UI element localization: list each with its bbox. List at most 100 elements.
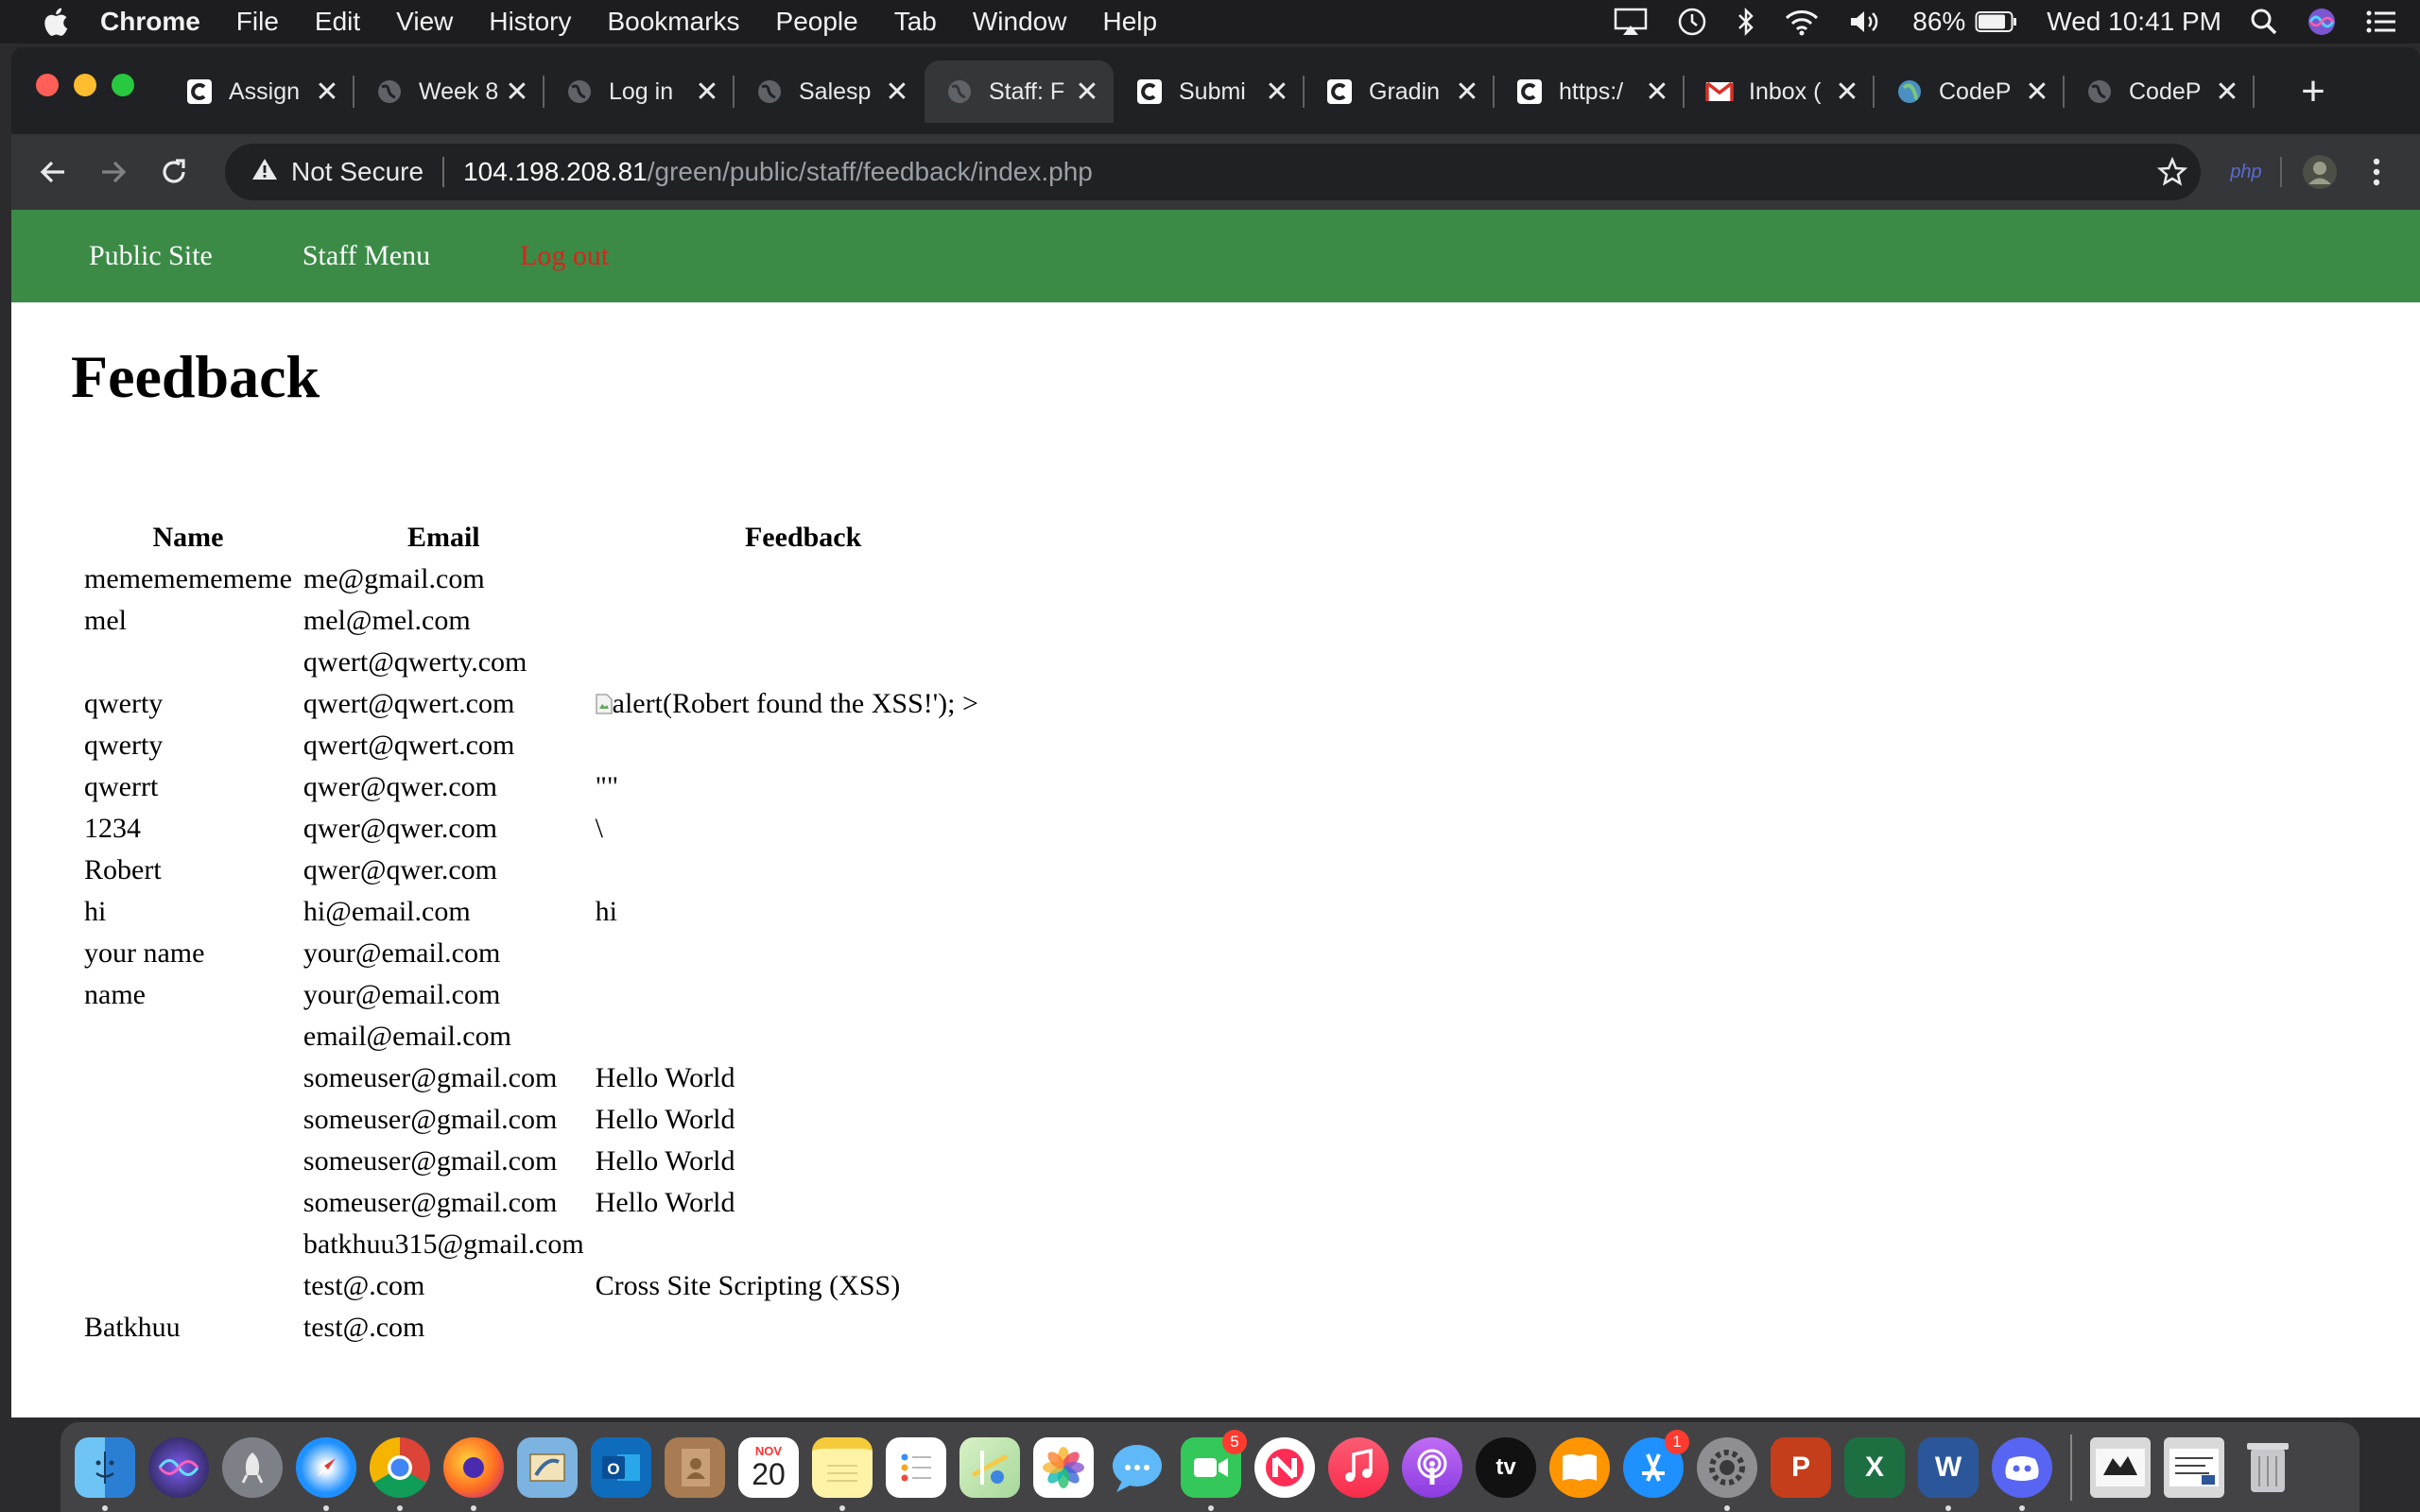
reminders-icon[interactable] (886, 1436, 946, 1498)
cell-name: Robert (84, 854, 162, 885)
close-tab-icon[interactable]: ✕ (504, 76, 530, 109)
close-tab-icon[interactable]: ✕ (2024, 76, 2050, 109)
maps-icon[interactable] (959, 1436, 1020, 1498)
warning-icon[interactable] (251, 157, 278, 188)
logout-link[interactable]: Log out (520, 240, 609, 272)
close-tab-icon[interactable]: ✕ (1644, 76, 1670, 109)
news-icon[interactable] (1254, 1436, 1315, 1498)
apple-menu-icon[interactable] (36, 6, 74, 38)
back-button[interactable] (32, 151, 74, 193)
calendar-day: 20 (752, 1456, 786, 1491)
bookmark-star-icon[interactable] (2144, 155, 2201, 189)
menu-window[interactable]: Window (973, 7, 1067, 37)
menu-tab[interactable]: Tab (894, 7, 937, 37)
menu-file[interactable]: File (236, 7, 279, 37)
menubar-clock[interactable]: Wed 10:41 PM (2047, 7, 2221, 37)
wifi-icon[interactable] (1784, 8, 1820, 36)
tab-assign[interactable]: Assign ✕ (164, 60, 354, 123)
tab-grading[interactable]: Gradin ✕ (1305, 60, 1495, 123)
minimize-window-button[interactable] (74, 74, 96, 96)
cell-name: Batkhuu (84, 1312, 181, 1343)
powerpoint-icon[interactable]: P (1771, 1436, 1831, 1498)
close-tab-icon[interactable]: ✕ (694, 76, 720, 109)
cell-feedback (590, 600, 1017, 642)
cell-feedback (590, 558, 1017, 600)
battery-percent[interactable]: 86% (1912, 7, 1965, 37)
tab-week-8[interactable]: Week 8 ✕ (354, 60, 544, 123)
books-icon[interactable] (1549, 1436, 1610, 1498)
facetime-icon[interactable]: 5 (1181, 1429, 1247, 1511)
finder-icon[interactable] (75, 1436, 135, 1511)
forward-button[interactable] (93, 151, 134, 193)
tab-codepen-1[interactable]: CodeP ✕ (1875, 60, 2065, 123)
address-bar[interactable]: Not Secure 104.198.208.81/green/public/s… (225, 144, 2201, 200)
excel-icon[interactable]: X (1844, 1436, 1905, 1498)
close-tab-icon[interactable]: ✕ (884, 76, 910, 109)
menu-people[interactable]: People (776, 7, 858, 37)
word-icon[interactable]: W (1918, 1436, 1979, 1511)
calendar-icon[interactable]: NOV 20 (738, 1436, 799, 1498)
reload-button[interactable] (153, 151, 195, 193)
time-machine-icon[interactable] (1676, 6, 1708, 38)
siri-app-icon[interactable] (148, 1436, 209, 1498)
messages-icon[interactable] (1107, 1437, 1167, 1498)
tab-staff-feedback[interactable]: Staff: F ✕ (925, 60, 1114, 123)
public-site-link[interactable]: Public Site (89, 240, 213, 272)
tab-salesp[interactable]: Salesp ✕ (735, 60, 924, 123)
photos-icon[interactable] (1033, 1436, 1094, 1498)
trash-icon[interactable] (2238, 1437, 2298, 1498)
menu-view[interactable]: View (396, 7, 453, 37)
airplay-icon[interactable] (1614, 8, 1648, 36)
close-tab-icon[interactable]: ✕ (1834, 76, 1860, 109)
new-tab-button[interactable]: + (2290, 68, 2337, 115)
close-tab-icon[interactable]: ✕ (2214, 76, 2240, 109)
notes-icon[interactable] (812, 1436, 873, 1511)
system-preferences-icon[interactable] (1697, 1436, 1757, 1511)
close-window-button[interactable] (36, 74, 59, 96)
php-extension-icon[interactable]: php (2218, 151, 2274, 193)
music-icon[interactable] (1328, 1436, 1389, 1498)
app-store-icon[interactable]: 1 (1623, 1429, 1689, 1498)
staff-menu-link[interactable]: Staff Menu (302, 240, 430, 272)
chrome-menu-icon[interactable] (2356, 151, 2397, 193)
screenshot-thumbnail-2[interactable] (2164, 1436, 2224, 1498)
bluetooth-icon[interactable] (1737, 7, 1755, 37)
menu-help[interactable]: Help (1102, 7, 1157, 37)
launchpad-icon[interactable] (222, 1436, 283, 1498)
safari-icon[interactable] (296, 1436, 356, 1511)
column-header-email: Email (406, 522, 480, 553)
screenshot-thumbnail-1[interactable] (2090, 1436, 2151, 1498)
tab-submit[interactable]: Submi ✕ (1115, 60, 1305, 123)
tab-https[interactable]: https:/ ✕ (1495, 60, 1685, 123)
battery-icon[interactable] (1975, 10, 2018, 33)
close-tab-icon[interactable]: ✕ (1264, 76, 1290, 109)
menu-history[interactable]: History (489, 7, 571, 37)
close-tab-icon[interactable]: ✕ (314, 76, 340, 109)
menu-edit[interactable]: Edit (315, 7, 360, 37)
menu-app-name[interactable]: Chrome (100, 7, 200, 37)
profile-avatar[interactable] (2299, 151, 2341, 193)
mail-icon[interactable] (517, 1436, 578, 1498)
notification-center-icon[interactable] (2365, 9, 2397, 35)
spotlight-search-icon[interactable] (2250, 8, 2278, 36)
menu-bookmarks[interactable]: Bookmarks (607, 7, 739, 37)
tab-title: CodeP (2129, 77, 2202, 105)
close-tab-icon[interactable]: ✕ (1074, 76, 1100, 109)
discord-icon[interactable] (1992, 1436, 2052, 1511)
tab-codepen-2[interactable]: CodeP ✕ (2065, 60, 2255, 123)
chrome-app-icon[interactable] (370, 1436, 430, 1511)
podcasts-icon[interactable] (1402, 1436, 1462, 1498)
zoom-window-button[interactable] (112, 74, 134, 96)
volume-icon[interactable] (1848, 8, 1884, 36)
outlook-icon[interactable]: O (591, 1436, 651, 1498)
globe-icon (565, 77, 594, 106)
tab-inbox[interactable]: Inbox ( ✕ (1685, 60, 1875, 123)
security-status[interactable]: Not Secure (291, 157, 424, 187)
tab-log-in[interactable]: Log in ✕ (544, 60, 735, 123)
cell-email: hi@email.com (302, 896, 471, 927)
close-tab-icon[interactable]: ✕ (1454, 76, 1480, 109)
firefox-icon[interactable] (443, 1436, 504, 1511)
contacts-icon[interactable] (665, 1436, 725, 1498)
siri-icon[interactable] (2307, 7, 2337, 37)
apple-tv-icon[interactable]: tv (1476, 1436, 1536, 1498)
